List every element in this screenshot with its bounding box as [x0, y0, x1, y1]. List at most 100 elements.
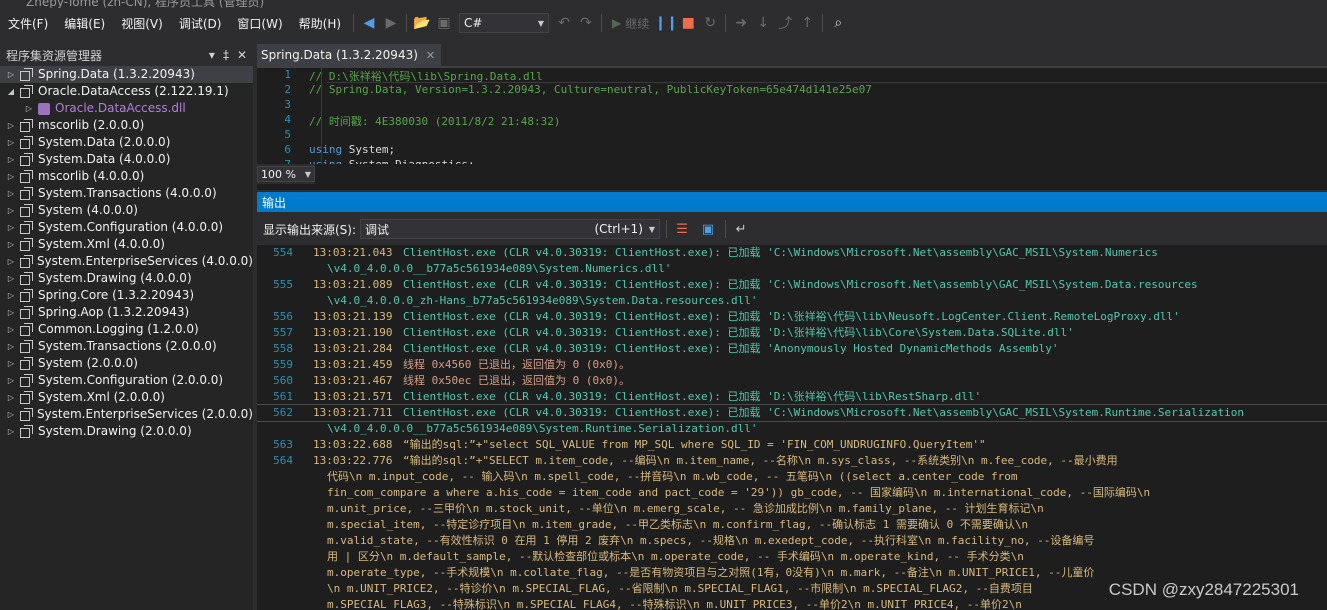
- output-message: 线程 0x4560 已退出，返回值为 0 (0x0)。: [403, 358, 630, 371]
- menu-window[interactable]: 窗口(W): [229, 15, 290, 32]
- step-out-icon[interactable]: ↑: [796, 12, 818, 34]
- expand-icon[interactable]: ▷: [6, 172, 16, 181]
- tree-item[interactable]: ▷ Oracle.DataAccess.dll: [0, 100, 253, 117]
- output-line-number: 558: [273, 342, 293, 355]
- expand-icon[interactable]: ▷: [6, 257, 16, 266]
- expand-icon[interactable]: ▷: [6, 342, 16, 351]
- clear-all-icon[interactable]: ☰: [671, 218, 693, 240]
- tree-item[interactable]: ▷ System.Data (4.0.0.0): [0, 151, 253, 168]
- tree-item[interactable]: ▷ System.Drawing (4.0.0.0): [0, 270, 253, 287]
- forward-icon[interactable]: ▶: [380, 12, 402, 34]
- code-gutter: [321, 68, 322, 164]
- tree-item[interactable]: ▷ System (2.0.0.0): [0, 355, 253, 372]
- expand-icon[interactable]: ▷: [6, 206, 16, 215]
- menu-help[interactable]: 帮助(H): [291, 15, 349, 32]
- assembly-icon: [20, 425, 33, 438]
- step-over-icon[interactable]: ⤴: [774, 12, 796, 34]
- expand-icon[interactable]: ▷: [6, 376, 16, 385]
- tree-item[interactable]: ▷ System.EnterpriseServices (4.0.0.0): [0, 253, 253, 270]
- assembly-icon: [20, 238, 33, 251]
- output-text[interactable]: 554 13:03:21.043 ClientHost.exe (CLR v4.0.…: [257, 245, 1327, 610]
- tree-item[interactable]: ▷ System.Data (2.0.0.0): [0, 134, 253, 151]
- expand-icon[interactable]: ▷: [6, 359, 16, 368]
- pause-icon[interactable]: ❙❙: [655, 12, 678, 34]
- output-message: ClientHost.exe (CLR v4.0.30319: ClientHo…: [403, 406, 1244, 419]
- tree-item[interactable]: ▷ System.Xml (2.0.0.0): [0, 389, 253, 406]
- expand-icon[interactable]: ▷: [6, 138, 16, 147]
- tree-item-label: System.Data (2.0.0.0): [38, 135, 171, 149]
- tree-item[interactable]: ▷ System.EnterpriseServices (2.0.0.0): [0, 406, 253, 423]
- assembly-icon: [20, 340, 33, 353]
- save-all-icon[interactable]: ▣: [433, 12, 455, 34]
- tree-item[interactable]: ▷ Spring.Data (1.3.2.20943): [0, 66, 253, 83]
- stop-icon[interactable]: ■: [677, 12, 699, 34]
- language-select[interactable]: C# ▼: [459, 13, 550, 33]
- restart-icon[interactable]: ↻: [699, 12, 721, 34]
- tree-item[interactable]: ▷ mscorlib (2.0.0.0): [0, 117, 253, 134]
- find-message-icon[interactable]: ▣: [697, 218, 719, 240]
- tree-item[interactable]: ▷ Common.Logging (1.2.0.0): [0, 321, 253, 338]
- assembly-icon: [20, 272, 33, 285]
- expand-icon[interactable]: ▷: [6, 274, 16, 283]
- search-icon[interactable]: ⌕: [827, 12, 849, 34]
- expand-icon[interactable]: ▷: [6, 410, 16, 419]
- tree-item[interactable]: ▷ System.Drawing (2.0.0.0): [0, 423, 253, 440]
- expand-icon[interactable]: ▷: [6, 70, 16, 79]
- keyword: using: [309, 143, 349, 156]
- expand-icon[interactable]: ▷: [6, 291, 16, 300]
- expand-icon[interactable]: ▷: [6, 155, 16, 164]
- step-into-icon[interactable]: ↓: [752, 12, 774, 34]
- tree-item[interactable]: ▷ System (4.0.0.0): [0, 202, 253, 219]
- tree-item[interactable]: ▷ System.Configuration (2.0.0.0): [0, 372, 253, 389]
- expand-icon[interactable]: ▷: [6, 308, 16, 317]
- word-wrap-icon[interactable]: ↵: [730, 218, 752, 240]
- tree-item[interactable]: ◢ Oracle.DataAccess (2.122.19.1): [0, 83, 253, 100]
- expand-icon[interactable]: ▷: [6, 240, 16, 249]
- tree-item[interactable]: ▷ mscorlib (4.0.0.0): [0, 168, 253, 185]
- output-panel-title: 输出: [257, 192, 1327, 212]
- output-message: m.operate_type, --手术规模\n m.collate_flag,…: [327, 566, 1095, 579]
- output-line: m.special_item, --特定诊疗项目\n m.item_grade,…: [257, 517, 1327, 533]
- output-timestamp: 13:03:21.043: [313, 246, 393, 259]
- tree-item[interactable]: ▷ System.Transactions (4.0.0.0): [0, 185, 253, 202]
- tree-item-label: Oracle.DataAccess.dll: [55, 101, 186, 115]
- tab-spring-data[interactable]: Spring.Data (1.3.2.20943) ✕: [257, 44, 442, 66]
- show-next-statement-icon[interactable]: ➜: [730, 12, 752, 34]
- output-line: \v4.0_4.0.0.0_zh-Hans_b77a5c561934e089\S…: [257, 293, 1327, 309]
- expand-icon[interactable]: ▷: [6, 121, 16, 130]
- back-icon[interactable]: ◀: [358, 12, 380, 34]
- tree-item[interactable]: ▷ Spring.Aop (1.3.2.20943): [0, 304, 253, 321]
- expand-icon[interactable]: ▷: [6, 325, 16, 334]
- output-message: \v4.0_4.0.0.0_zh-Hans_b77a5c561934e089\S…: [327, 294, 758, 307]
- menu-view[interactable]: 视图(V): [113, 15, 171, 32]
- tree-item-label: System.EnterpriseServices (4.0.0.0): [36, 254, 253, 268]
- continue-button[interactable]: ▶ 继续: [606, 15, 655, 32]
- panel-menu-icon[interactable]: ▾: [209, 48, 215, 62]
- output-timestamp: 13:03:21.139: [313, 310, 393, 323]
- menu-debug[interactable]: 调试(D): [171, 15, 230, 32]
- expand-icon[interactable]: ▷: [6, 393, 16, 402]
- expand-icon[interactable]: ▷: [6, 189, 16, 198]
- expand-icon[interactable]: ▷: [24, 104, 34, 113]
- menu-file[interactable]: 文件(F): [0, 15, 56, 32]
- tree-item[interactable]: ▷ System.Configuration (4.0.0.0): [0, 219, 253, 236]
- output-source-select[interactable]: 调试 (Ctrl+1) ▼: [360, 219, 661, 239]
- menu-edit[interactable]: 编辑(E): [56, 15, 113, 32]
- code-line: 2 // Spring.Data, Version=1.3.2.20943, Cu…: [257, 83, 1327, 98]
- code-editor[interactable]: 1 // D:\张祥裕\代码\lib\Spring.Data.dll 2 // Spr…: [257, 68, 1327, 164]
- pin-icon[interactable]: ‡: [223, 48, 229, 62]
- redo-icon[interactable]: ↷: [575, 12, 597, 34]
- expand-icon[interactable]: ▷: [6, 223, 16, 232]
- zoom-select[interactable]: 100 % ▼: [257, 166, 315, 182]
- tab-label: Spring.Data (1.3.2.20943): [261, 48, 418, 62]
- tree-item[interactable]: ▷ System.Transactions (2.0.0.0): [0, 338, 253, 355]
- close-icon[interactable]: ✕: [237, 48, 247, 62]
- chevron-down-icon: ▼: [537, 18, 545, 28]
- open-file-icon[interactable]: 📂: [411, 12, 433, 34]
- close-icon[interactable]: ✕: [426, 49, 435, 62]
- expand-icon[interactable]: ▷: [6, 427, 16, 436]
- tree-item[interactable]: ▷ Spring.Core (1.3.2.20943): [0, 287, 253, 304]
- collapse-icon[interactable]: ◢: [6, 87, 16, 96]
- tree-item[interactable]: ▷ System.Xml (4.0.0.0): [0, 236, 253, 253]
- undo-icon[interactable]: ↶: [553, 12, 575, 34]
